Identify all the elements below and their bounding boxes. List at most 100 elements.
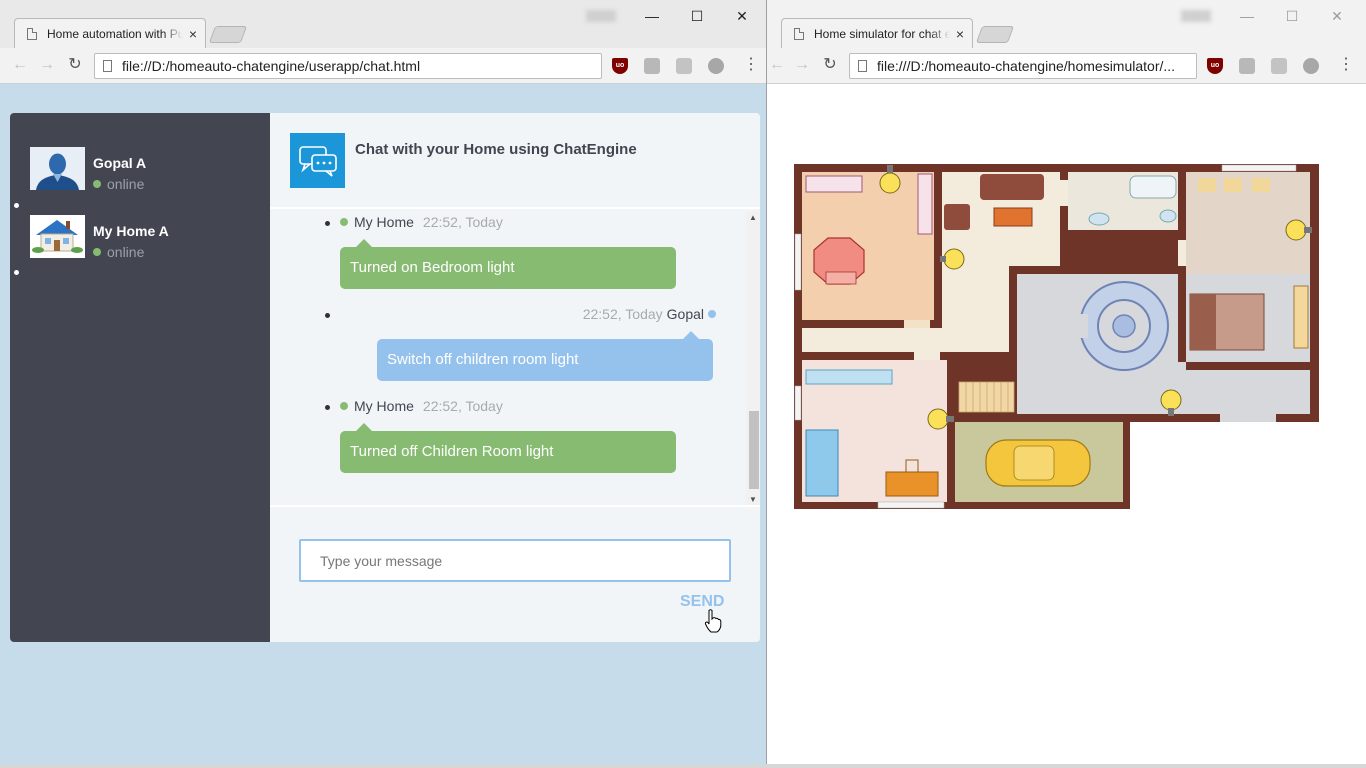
person-info: Gopal A online	[93, 147, 146, 192]
online-dot-icon	[340, 218, 348, 226]
status-text: online	[107, 244, 145, 260]
car	[985, 439, 1091, 487]
back-icon[interactable]: ←	[767, 56, 787, 74]
person-name: Gopal A	[93, 155, 147, 171]
message-time: 22:52, Today	[422, 214, 503, 230]
address-text: file://D:/homeauto-chatengine/userapp/ch…	[122, 58, 421, 74]
title-bar: Home simulator for chat engine × — ☐ ✕	[767, 0, 1366, 48]
chat-panel: Chat with your Home using ChatEngine My …	[270, 113, 760, 642]
page-icon	[103, 60, 112, 72]
maximize-button[interactable]: ☐	[675, 6, 719, 26]
corridor-floor	[802, 328, 1017, 352]
me-dot-icon	[708, 310, 716, 318]
scroll-up-icon[interactable]: ▲	[746, 211, 760, 225]
profile-avatar[interactable]	[586, 10, 616, 22]
list-bullet	[14, 203, 19, 208]
extension-c-icon[interactable]	[1303, 58, 1319, 74]
chat-logo-icon	[290, 133, 345, 188]
message-sender: Gopal	[666, 306, 704, 322]
children-bed	[805, 429, 839, 497]
tab-chat[interactable]: Home automation with PubNub ×	[14, 18, 206, 48]
forward-icon[interactable]: →	[37, 56, 57, 74]
chat-title: Chat with your Home using ChatEngine	[355, 141, 637, 158]
scroll-down-icon[interactable]: ▼	[746, 493, 760, 505]
message-bubble: Turned on Bedroom light	[340, 239, 676, 289]
online-dot-icon	[93, 248, 101, 256]
new-tab-button[interactable]	[975, 26, 1015, 43]
list-bullet	[325, 221, 330, 226]
list-bullet	[325, 313, 330, 318]
minimize-button[interactable]: —	[1225, 6, 1269, 26]
chat-page: Gopal A online My Home A online Chat wit…	[0, 84, 766, 768]
list-bullet	[14, 270, 19, 275]
title-bar: Home automation with PubNub × — ☐ ✕	[0, 0, 766, 48]
hand-cursor-icon	[704, 609, 722, 633]
page-icon	[794, 27, 804, 40]
person-avatar	[30, 147, 85, 190]
cast-extension-icon[interactable]	[676, 58, 692, 74]
chat-browser-window: Home automation with PubNub × — ☐ ✕ ← → …	[0, 0, 767, 768]
new-tab-button[interactable]	[208, 26, 248, 43]
chat-scrollbar[interactable]: ▲ ▼	[746, 211, 760, 505]
menu-icon[interactable]: ⋮	[743, 57, 759, 73]
address-text: file:///D:/homeauto-chatengine/homesimul…	[877, 58, 1176, 74]
browser-toolbar: ← → ↻ file://D:/homeauto-chatengine/user…	[0, 48, 766, 84]
status-badge: online	[93, 244, 169, 260]
message-bubble: Turned off Children Room light	[340, 423, 676, 473]
maximize-button[interactable]: ☐	[1270, 6, 1314, 26]
tab-title: Home simulator for chat engine	[814, 26, 950, 41]
chat-app: Gopal A online My Home A online Chat wit…	[10, 113, 760, 642]
scrollbar-thumb[interactable]	[749, 411, 759, 489]
message-time: 22:52, Today	[422, 398, 503, 414]
simulator-browser-window: Home simulator for chat engine × — ☐ ✕ ←…	[767, 0, 1366, 768]
page-icon	[858, 60, 867, 72]
person-info: My Home A online	[93, 215, 169, 260]
address-bar[interactable]: file://D:/homeauto-chatengine/userapp/ch…	[94, 53, 602, 79]
browser-toolbar: ← → ↻ file:///D:/homeauto-chatengine/hom…	[767, 48, 1366, 84]
message-bubble: Switch off children room light	[377, 331, 713, 381]
status-badge: online	[93, 176, 146, 192]
message-meta: 22:52, Today Gopal	[583, 306, 716, 322]
message-meta: My Home 22:52, Today	[340, 398, 503, 414]
minimize-button[interactable]: —	[630, 6, 674, 26]
reload-icon[interactable]: ↻	[820, 56, 840, 74]
forward-icon[interactable]: →	[792, 56, 812, 74]
ublock-icon[interactable]: uo	[1207, 58, 1223, 74]
person-gopal[interactable]: Gopal A online	[30, 147, 146, 192]
person-name: My Home A	[93, 223, 169, 239]
online-dot-icon	[93, 180, 101, 188]
pdf-extension-icon[interactable]	[1239, 58, 1255, 74]
reload-icon[interactable]: ↻	[65, 56, 85, 74]
screen-bottom-edge	[0, 764, 1366, 768]
tab-close-icon[interactable]: ×	[956, 27, 964, 41]
ublock-icon[interactable]: uo	[612, 58, 628, 74]
house-avatar	[30, 215, 85, 258]
simulator-page	[767, 84, 1366, 768]
chat-header: Chat with your Home using ChatEngine	[270, 113, 760, 209]
home-floorplan	[794, 164, 1319, 509]
message-time: 22:52, Today	[582, 306, 663, 322]
page-icon	[27, 27, 37, 40]
message-sender: My Home	[354, 214, 414, 230]
close-window-button[interactable]: ✕	[720, 6, 764, 26]
person-my-home[interactable]: My Home A online	[30, 215, 169, 260]
tab-close-icon[interactable]: ×	[189, 27, 197, 41]
profile-avatar[interactable]	[1181, 10, 1211, 22]
pdf-extension-icon[interactable]	[644, 58, 660, 74]
tab-title: Home automation with PubNub	[47, 26, 183, 41]
message-input[interactable]	[299, 539, 731, 582]
close-window-button[interactable]: ✕	[1315, 6, 1359, 26]
back-icon[interactable]: ←	[10, 56, 30, 74]
list-bullet	[325, 405, 330, 410]
extension-c-icon[interactable]	[708, 58, 724, 74]
people-list: Gopal A online My Home A online	[10, 113, 270, 642]
status-text: online	[107, 176, 145, 192]
staircase	[958, 381, 1015, 413]
chat-history[interactable]: My Home 22:52, Today Turned on Bedroom l…	[270, 211, 760, 507]
message-meta: My Home 22:52, Today	[340, 214, 503, 230]
cast-extension-icon[interactable]	[1271, 58, 1287, 74]
online-dot-icon	[340, 402, 348, 410]
tab-simulator[interactable]: Home simulator for chat engine ×	[781, 18, 973, 48]
address-bar[interactable]: file:///D:/homeauto-chatengine/homesimul…	[849, 53, 1197, 79]
menu-icon[interactable]: ⋮	[1338, 57, 1354, 73]
